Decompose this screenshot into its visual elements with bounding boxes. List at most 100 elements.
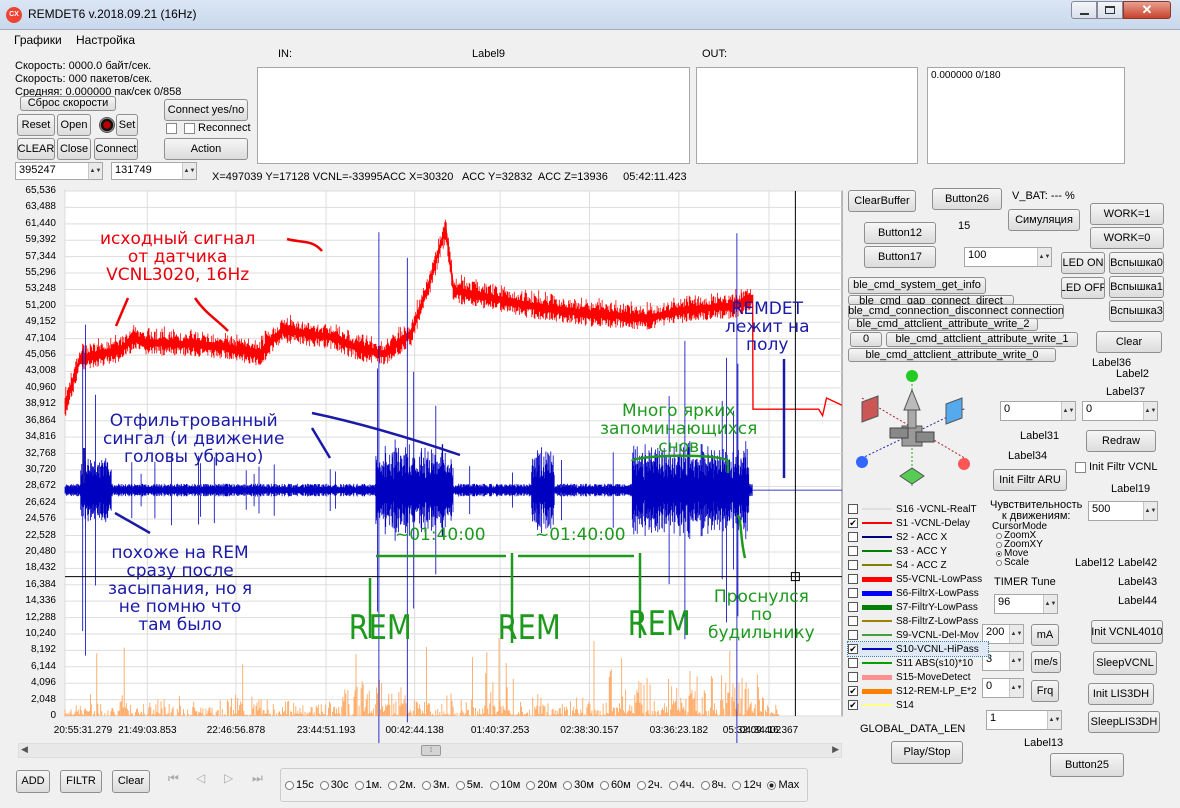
spin-arrows-icon[interactable]: ▲▼ [1143,402,1157,420]
legend-item[interactable]: S16 -VCNL-RealT [848,502,988,516]
legend-checkbox[interactable]: ✔ [848,700,858,710]
spin-arrows-icon[interactable]: ▲▼ [1043,595,1057,613]
spin-arrows-icon[interactable]: ▲▼ [1009,625,1023,643]
scroll-thumb[interactable]: ⦙ [421,745,441,756]
value-field-2[interactable]: 131749 ▲▼ [111,162,197,180]
legend-checkbox[interactable]: ✔ [848,686,858,696]
radio-icon[interactable] [732,780,742,790]
time-option[interactable]: 2м. [388,779,416,791]
timer-field[interactable]: 96 ▲▼ [994,594,1058,614]
ble-write2-button[interactable]: ble_cmd_attclient_attribute_write_2 [848,318,1038,331]
spin-arrows-icon[interactable]: ▲▼ [1143,502,1157,520]
ble-get-info-button[interactable]: ble_cmd_system_get_info [848,277,986,294]
radio-icon[interactable] [668,780,678,790]
ble-disconnect-button[interactable]: ble_cmd_connection_disconnect connection [848,304,1064,319]
next-icon[interactable]: ▷ [224,771,233,785]
maximize-button[interactable] [1097,1,1123,19]
spin-arrows-icon[interactable]: ▲▼ [1047,711,1061,729]
sensitivity-field[interactable]: 500 ▲▼ [1088,501,1158,521]
time-option[interactable]: 60м [599,779,631,791]
legend-item[interactable]: S6-FiltrX-LowPass [848,586,988,600]
clear-buffer-button[interactable]: ClearBuffer [848,190,916,212]
legend-item[interactable]: ✔ S10-VCNL-HiPass [847,641,989,657]
init-vcnl-button[interactable]: Init VCNL4010 [1091,620,1163,644]
close-button[interactable]: ✕ [1123,1,1171,19]
led-on-button[interactable]: LED ON [1061,252,1105,274]
led-off-button[interactable]: LED OFF [1061,277,1105,299]
legend-item[interactable]: ✔ S14 [848,698,988,712]
init-lis-button[interactable]: Init LIS3DH [1088,683,1154,705]
connect-yes-no-button[interactable]: Connect yes/no [164,99,248,121]
radio-icon[interactable] [526,780,536,790]
in-textarea[interactable] [257,67,690,164]
horizontal-scrollbar[interactable]: ◀ ⦙ ▶ [18,743,842,758]
sleep-lis-button[interactable]: SleepLIS3DH [1088,711,1160,733]
legend-item[interactable]: S15-MoveDetect [848,670,988,684]
spin-b-field[interactable]: 0 ▲▼ [1082,401,1158,421]
spin-a-field[interactable]: 0 ▲▼ [1000,401,1076,421]
time-option[interactable]: 4ч. [668,779,695,791]
play-stop-button[interactable]: Play/Stop [891,741,963,764]
time-option[interactable]: Max [767,779,799,791]
spin-arrows-icon[interactable]: ▲▼ [1009,679,1023,697]
legend-item[interactable]: S2 - ACC X [848,530,988,544]
scroll-left-icon[interactable]: ◀ [21,744,28,755]
legend-checkbox[interactable] [848,658,858,668]
frq-field[interactable]: 0 ▲▼ [982,678,1024,698]
ble-write1-button[interactable]: ble_cmd_attclient_attribute_write_1 [886,332,1078,347]
radio-icon[interactable] [422,780,431,790]
reconnect-checkbox[interactable] [166,123,177,134]
init-filtr-vcnl-checkbox[interactable] [1075,462,1086,473]
spin-arrows-icon[interactable]: ▲▼ [1061,402,1075,420]
time-option[interactable]: 5м. [455,779,484,791]
spin-arrows-icon[interactable]: ▲▼ [182,163,196,179]
flash0-button[interactable]: Вспышка0 [1109,252,1164,274]
prev-icon[interactable]: ◁ [196,771,205,785]
spin-arrows-icon[interactable]: ▲▼ [1009,652,1023,670]
action-button[interactable]: Action [164,138,248,160]
mes-button[interactable]: me/s [1031,651,1061,673]
legend-checkbox[interactable] [848,616,858,626]
reconnect-checkbox-2[interactable] [184,123,195,134]
button25[interactable]: Button25 [1050,753,1124,777]
time-option[interactable]: 3м. [422,779,450,791]
legend-checkbox[interactable] [848,672,858,682]
legend-item[interactable]: S9-VCNL-Del-Mov [848,628,988,642]
reset-button[interactable]: Reset [17,114,55,136]
scroll-right-icon[interactable]: ▶ [832,744,839,755]
radio-icon[interactable] [489,780,499,790]
time-option[interactable]: 15с [285,779,314,791]
radio-icon[interactable] [354,780,364,790]
radio-icon[interactable] [767,780,777,790]
legend-checkbox[interactable] [848,588,858,598]
ma-button[interactable]: mA [1031,624,1059,646]
record-indicator-icon[interactable] [99,117,115,133]
radio-icon[interactable] [455,780,465,790]
time-option[interactable]: 30м [563,779,594,791]
time-option[interactable]: 8ч. [700,779,726,791]
orientation-3d-widget[interactable] [850,368,980,494]
flash3-button[interactable]: Вспышка3 [1109,300,1164,322]
work0-button[interactable]: WORK=0 [1090,227,1164,249]
legend-checkbox[interactable] [848,602,858,612]
time-option[interactable]: 12ч [732,779,761,791]
simulation-button[interactable]: Симуляция [1008,209,1080,231]
time-option[interactable]: 10м [489,779,520,791]
radio-scale[interactable]: Scale [992,558,1062,568]
legend-item[interactable]: ✔ S12-REM-LP_E*2 [848,684,988,698]
add-button[interactable]: ADD [16,770,50,793]
legend-checkbox[interactable]: ✔ [848,518,858,528]
ble-zero-button[interactable]: 0 [850,332,882,347]
set-button[interactable]: Set [116,114,138,136]
legend-checkbox[interactable] [848,504,858,514]
close-port-button[interactable]: Close [57,138,91,160]
menu-settings[interactable]: Настройка [76,33,135,47]
init-filtr-aru-button[interactable]: Init Filtr ARU [993,469,1067,491]
radio-icon[interactable] [285,780,294,790]
legend-item[interactable]: S4 - ACC Z [848,558,988,572]
time-option[interactable]: 2ч. [636,779,663,791]
legend-item[interactable]: S7-FiltrY-LowPass [848,600,988,614]
sleep-vcnl-button[interactable]: SleepVCNL [1093,651,1157,675]
flash1-button[interactable]: Вспышка1 [1109,276,1164,298]
radio-icon[interactable] [388,780,398,790]
